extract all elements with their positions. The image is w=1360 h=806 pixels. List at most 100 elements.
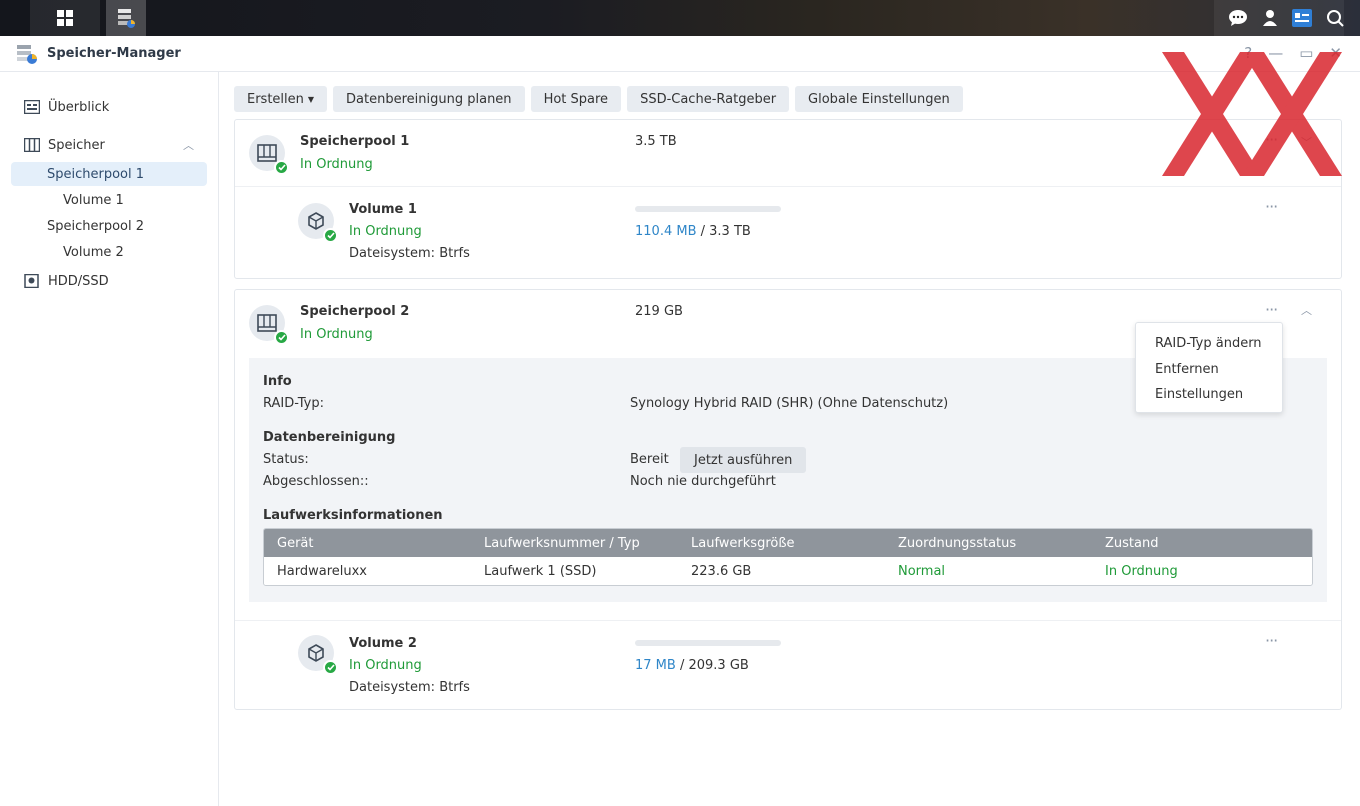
column-header-allocation[interactable]: Zuordnungsstatus — [885, 536, 1092, 551]
pool1-card: Speicherpool 1 In Ordnung 3.5 TB ··· ﹀ V… — [234, 119, 1342, 279]
volume-status: In Ordnung — [349, 224, 422, 239]
cell-drive-size: 223.6 GB — [691, 563, 752, 579]
volume-usage-bar — [635, 640, 781, 646]
drive-info-heading: Laufwerksinformationen — [263, 508, 443, 523]
info-heading: Info — [263, 374, 292, 389]
scrub-status-label: Status: — [263, 452, 309, 467]
table-row[interactable]: Hardwareluxx Laufwerk 1 (SSD) 223.6 GB N… — [264, 557, 1312, 585]
close-button[interactable]: ✕ — [1329, 44, 1342, 62]
main-menu-button[interactable] — [30, 0, 100, 36]
scrub-status-value: Bereit — [630, 452, 669, 467]
scrub-done-label: Abgeschlossen:: — [263, 474, 369, 489]
minimize-button[interactable]: — — [1268, 44, 1283, 62]
window-controls: ? — ▭ ✕ — [1244, 44, 1342, 62]
pool-name: Speicherpool 2 — [300, 304, 410, 319]
volume2-row[interactable]: Volume 2 In Ordnung Dateisystem: Btrfs 1… — [235, 620, 1341, 710]
chat-icon[interactable] — [1228, 9, 1248, 27]
menu-item-change-raid[interactable]: RAID-Typ ändern — [1136, 331, 1282, 357]
column-header-device[interactable]: Gerät — [264, 536, 471, 551]
pool-icon — [249, 305, 289, 345]
raid-type-label: RAID-Typ: — [263, 396, 324, 411]
widget-icon[interactable] — [1292, 9, 1312, 27]
drive-table-header: Gerät Laufwerksnummer / Typ Laufwerksgrö… — [264, 529, 1312, 557]
pool-status: In Ordnung — [300, 157, 373, 172]
volume-icon — [298, 203, 338, 243]
overview-icon — [24, 100, 40, 114]
check-icon — [323, 660, 338, 675]
volume-name: Volume 2 — [349, 636, 417, 651]
volume-total: 3.3 TB — [709, 224, 751, 239]
storage-manager-taskbar-button[interactable] — [106, 0, 146, 36]
volume-used: 17 MB — [635, 658, 676, 673]
more-options-icon[interactable]: ··· — [1265, 130, 1278, 149]
check-icon — [323, 228, 338, 243]
volume1-row[interactable]: Volume 1 In Ordnung Dateisystem: Btrfs 1… — [235, 187, 1341, 277]
scrub-heading: Datenbereinigung — [263, 430, 396, 445]
check-icon — [274, 160, 289, 175]
sidebar-item-label: Überblick — [48, 99, 110, 115]
global-settings-button[interactable]: Globale Einstellungen — [795, 86, 963, 112]
more-options-icon[interactable]: ··· — [1265, 197, 1278, 216]
storage-manager-icon — [118, 9, 135, 28]
volume-usage-separator: / — [696, 224, 710, 239]
chevron-up-icon[interactable]: ︿ — [1301, 302, 1312, 318]
volume-total: 209.3 GB — [688, 658, 749, 673]
check-icon — [274, 330, 289, 345]
sidebar-item-overview[interactable]: Überblick — [0, 94, 218, 120]
sidebar: Überblick Speicher ︿ Speicherpool 1 Volu… — [0, 72, 219, 806]
schedule-scrub-button[interactable]: Datenbereinigung planen — [333, 86, 525, 112]
volume-usage-separator: / — [675, 658, 689, 673]
search-icon[interactable] — [1326, 9, 1344, 27]
sidebar-item-hdd[interactable]: HDD/SSD — [0, 268, 218, 294]
drive-table: Gerät Laufwerksnummer / Typ Laufwerksgrö… — [263, 528, 1313, 586]
hdd-icon — [24, 274, 39, 288]
hot-spare-button[interactable]: Hot Spare — [530, 86, 622, 112]
volume-filesystem: Dateisystem: Btrfs — [349, 246, 470, 261]
column-header-drive-size[interactable]: Laufwerksgröße — [678, 536, 885, 551]
create-button-label: Erstellen — [247, 91, 304, 107]
help-button[interactable]: ? — [1244, 44, 1252, 62]
caret-down-icon: ▼ — [307, 94, 315, 104]
toolbar: Erstellen ▼ Datenbereinigung planen Hot … — [234, 86, 963, 112]
sidebar-item-pool2[interactable]: Speicherpool 2 — [11, 214, 207, 238]
chevron-up-icon[interactable]: ︿ — [183, 137, 194, 153]
menu-item-remove[interactable]: Entfernen — [1136, 357, 1282, 383]
pool1-row[interactable]: Speicherpool 1 In Ordnung 3.5 TB ··· ﹀ — [235, 120, 1341, 187]
window-title: Speicher-Manager — [47, 46, 181, 61]
sidebar-item-label: Speicher — [48, 137, 105, 153]
ssd-cache-advisor-button[interactable]: SSD-Cache-Ratgeber — [627, 86, 790, 112]
volume-usage-text: 17 MB / 209.3 GB — [635, 658, 749, 673]
column-header-health[interactable]: Zustand — [1092, 536, 1299, 551]
sidebar-item-pool1[interactable]: Speicherpool 1 — [11, 162, 207, 186]
cell-allocation: Normal — [898, 563, 946, 579]
sidebar-item-storage[interactable]: Speicher ︿ — [0, 132, 218, 158]
restore-button[interactable]: ▭ — [1299, 44, 1313, 62]
cell-drive-number: Laufwerk 1 (SSD) — [484, 563, 597, 579]
chevron-down-icon[interactable]: ﹀ — [1301, 134, 1312, 150]
window-titlebar: Speicher-Manager ? — ▭ ✕ — [0, 36, 1360, 72]
menu-item-settings[interactable]: Einstellungen — [1136, 382, 1282, 408]
volume-status: In Ordnung — [349, 658, 422, 673]
run-now-button[interactable]: Jetzt ausführen — [680, 447, 807, 473]
more-options-icon[interactable]: ··· — [1265, 300, 1278, 319]
volume-name: Volume 1 — [349, 202, 417, 217]
storage-manager-icon — [16, 43, 38, 65]
sidebar-item-volume1[interactable]: Volume 1 — [11, 188, 207, 212]
storage-icon — [24, 138, 40, 152]
storage-manager-window: Speicher-Manager ? — ▭ ✕ Überblick Speic… — [0, 36, 1360, 806]
main-panel: Erstellen ▼ Datenbereinigung planen Hot … — [220, 72, 1360, 806]
pool-size: 219 GB — [635, 304, 683, 319]
sidebar-item-label: HDD/SSD — [48, 273, 109, 289]
create-button[interactable]: Erstellen ▼ — [234, 86, 328, 112]
column-header-drive-number[interactable]: Laufwerksnummer / Typ — [471, 536, 678, 551]
taskbar-tray — [1214, 0, 1344, 36]
grid-icon — [57, 10, 73, 26]
more-options-icon[interactable]: ··· — [1265, 631, 1278, 650]
pool-name: Speicherpool 1 — [300, 134, 410, 149]
user-icon[interactable] — [1262, 9, 1278, 27]
desktop-taskbar — [0, 0, 1360, 36]
volume-used: 110.4 MB — [635, 224, 697, 239]
sidebar-item-volume2[interactable]: Volume 2 — [11, 240, 207, 264]
cell-health: In Ordnung — [1105, 563, 1178, 579]
pool-status: In Ordnung — [300, 327, 373, 342]
